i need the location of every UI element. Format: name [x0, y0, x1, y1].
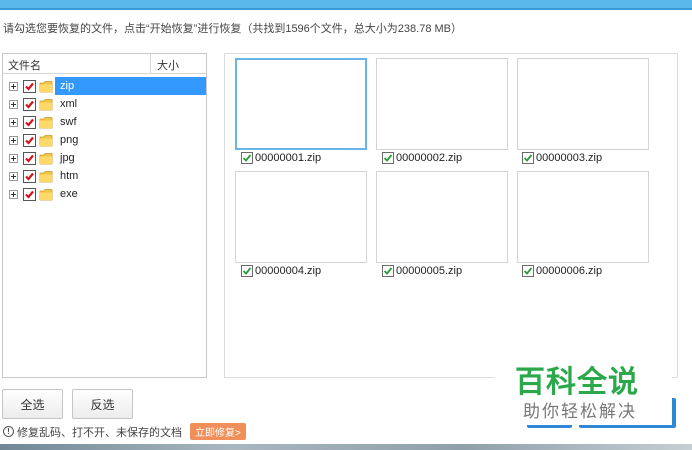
file-thumbnail[interactable] [376, 171, 508, 263]
file-caption[interactable]: 00000002.zip [382, 152, 462, 164]
tree-item-png[interactable]: png [3, 131, 206, 149]
file-checkbox[interactable] [241, 152, 253, 164]
check-icon [383, 154, 393, 162]
file-type-tree[interactable]: 文件名 大小 zip xml swf png jpg htm exe [2, 53, 207, 378]
watermark-logo-text: 百科全说 [515, 366, 639, 399]
expand-icon[interactable] [9, 189, 18, 199]
file-thumbnail[interactable] [517, 171, 649, 263]
file-checkbox[interactable] [241, 265, 253, 277]
file-name: 00000001.zip [255, 152, 322, 164]
file-caption[interactable]: 00000004.zip [241, 265, 321, 277]
tree-header: 文件名 大小 [3, 54, 206, 74]
check-icon [25, 118, 34, 127]
expand-icon[interactable] [9, 99, 18, 109]
check-icon [25, 172, 34, 181]
folder-shape [39, 188, 53, 200]
folder-shape [39, 170, 53, 182]
check-icon [523, 154, 533, 162]
invert-selection-button[interactable]: 反选 [72, 389, 133, 419]
tree-item-jpg[interactable]: jpg [3, 149, 206, 167]
check-icon [25, 82, 34, 91]
tree-checkbox[interactable] [23, 79, 36, 93]
tree-checkbox[interactable] [23, 133, 36, 147]
tree-item-htm[interactable]: htm [3, 167, 206, 185]
watermark-slogan: 助你轻松解决 [523, 402, 637, 421]
expand-icon[interactable] [9, 153, 18, 163]
tree-item-swf[interactable]: swf [3, 113, 206, 131]
select-all-button[interactable]: 全选 [2, 389, 63, 419]
tree-checkbox[interactable] [23, 97, 36, 111]
tree-item-label: swf [60, 116, 77, 128]
expand-icon[interactable] [9, 171, 18, 181]
tree-item-label: xml [60, 98, 78, 110]
file-checkbox[interactable] [522, 265, 534, 277]
desktop-background-strip [0, 444, 692, 450]
file-caption[interactable]: 00000003.zip [522, 152, 602, 164]
folder-icon [39, 98, 53, 111]
top-title-band [0, 0, 692, 10]
file-name: 00000006.zip [536, 265, 603, 277]
file-checkbox[interactable] [382, 152, 394, 164]
check-icon [25, 154, 34, 163]
folder-icon [39, 134, 53, 147]
tree-item-label: exe [60, 188, 78, 200]
tree-item-zip[interactable]: zip [3, 77, 206, 95]
folder-icon [39, 80, 53, 93]
repair-now-link[interactable]: 立即修复> [190, 423, 246, 440]
folder-shape [39, 134, 53, 146]
repair-notice-text: 修复乱码、打不开、未保存的文档 [17, 426, 182, 439]
check-icon [242, 267, 252, 275]
tree-item-label: zip [57, 79, 78, 93]
repair-notice: ! 修复乱码、打不开、未保存的文档 立即修复> [3, 423, 246, 440]
folder-icon [39, 188, 53, 201]
file-caption[interactable]: 00000006.zip [522, 265, 602, 277]
tree-item-label: png [60, 134, 79, 146]
info-icon: ! [3, 426, 14, 437]
column-header-size[interactable]: 大小 [151, 54, 206, 73]
file-name: 00000002.zip [396, 152, 463, 164]
file-thumbnail[interactable] [235, 171, 367, 263]
expand-icon[interactable] [9, 135, 18, 145]
folder-icon [39, 116, 53, 129]
folder-shape [39, 116, 53, 128]
check-icon [25, 100, 34, 109]
file-thumbnail[interactable] [517, 58, 649, 150]
file-thumbnail-grid[interactable]: 00000001.zip 00000002.zip 00000003.zip 0… [224, 53, 678, 378]
file-caption[interactable]: 00000001.zip [241, 152, 321, 164]
tree-checkbox[interactable] [23, 187, 36, 201]
file-caption[interactable]: 00000005.zip [382, 265, 462, 277]
check-icon [25, 190, 34, 199]
tree-checkbox[interactable] [23, 115, 36, 129]
file-name: 00000004.zip [255, 265, 322, 277]
file-checkbox[interactable] [522, 152, 534, 164]
check-icon [523, 267, 533, 275]
folder-shape [39, 80, 53, 92]
check-icon [383, 267, 393, 275]
folder-icon [39, 152, 53, 165]
folder-icon [39, 170, 53, 183]
expand-icon[interactable] [9, 117, 18, 127]
expand-icon[interactable] [9, 81, 18, 91]
tree-item-label: jpg [60, 152, 75, 164]
tree-item-exe[interactable]: exe [3, 185, 206, 203]
watermark-overlay: 百科全说 助你轻松解决 [495, 355, 672, 425]
file-thumbnail[interactable] [376, 58, 508, 150]
tree-checkbox[interactable] [23, 151, 36, 165]
scan-summary-text: 请勾选您要恢复的文件，点击“开始恢复”进行恢复（共找到1596个文件，总大小为2… [3, 23, 462, 35]
tree-checkbox[interactable] [23, 169, 36, 183]
folder-shape [39, 98, 53, 110]
check-icon [242, 154, 252, 162]
file-name: 00000005.zip [396, 265, 463, 277]
check-icon [25, 136, 34, 145]
file-thumbnail[interactable] [235, 58, 367, 150]
folder-shape [39, 152, 53, 164]
file-name: 00000003.zip [536, 152, 603, 164]
tree-item-xml[interactable]: xml [3, 95, 206, 113]
file-checkbox[interactable] [382, 265, 394, 277]
column-header-name[interactable]: 文件名 [3, 54, 151, 73]
tree-item-label: htm [60, 170, 79, 182]
